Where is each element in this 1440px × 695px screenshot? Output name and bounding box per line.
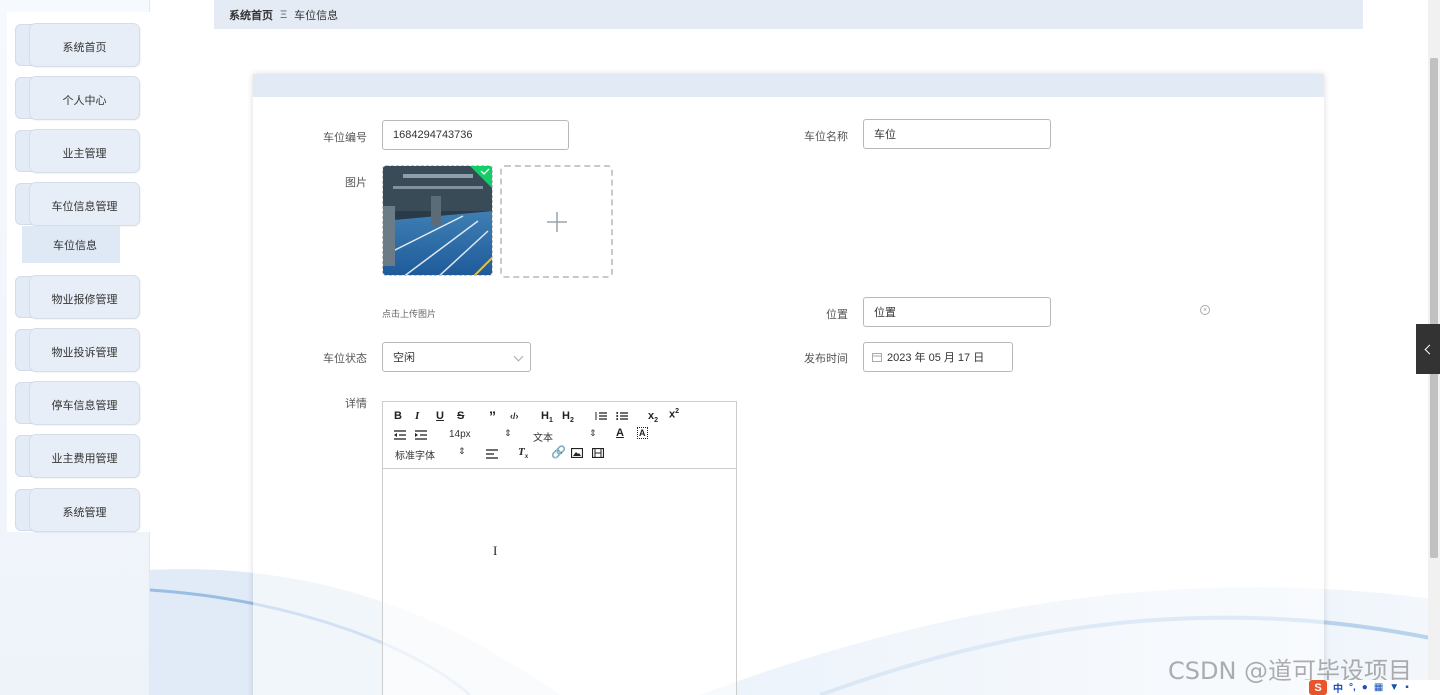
ime-mode[interactable]: 中 <box>1333 680 1343 695</box>
editor-content[interactable]: I <box>383 469 736 695</box>
location-input[interactable]: 位置 <box>863 297 1051 327</box>
video-icon[interactable] <box>592 448 604 458</box>
align-icon[interactable] <box>486 449 498 459</box>
text-cursor-icon: I <box>493 543 498 558</box>
chevron-left-icon <box>1424 344 1435 354</box>
italic-icon[interactable]: I <box>415 410 419 422</box>
image-icon[interactable] <box>571 448 583 458</box>
ime-logo[interactable]: S <box>1309 680 1327 695</box>
clear-format-icon[interactable]: Tx <box>518 446 528 460</box>
editor-toolbar: B I U S ” ‹/› H1 H2 x2 x2 14px ⇕ 文本 ⇕ A … <box>383 402 736 469</box>
scrollbar-thumb[interactable] <box>1430 58 1438 558</box>
header2-icon[interactable]: H2 <box>562 410 574 424</box>
publish-date-picker[interactable]: 2023 年 05 月 17 日 <box>863 342 1013 372</box>
clear-icon[interactable]: × <box>1200 305 1210 315</box>
superscript-icon[interactable]: x2 <box>669 408 679 421</box>
upload-tip: 点击上传图片 <box>382 309 437 319</box>
form: 车位编号 1684294743736 车位名称 车位 图片 点击上传图片 位置 … <box>0 0 1440 695</box>
bold-icon[interactable]: B <box>394 410 402 422</box>
uploaded-image[interactable] <box>382 165 493 276</box>
upload-add-button[interactable] <box>500 165 613 278</box>
strikethrough-icon[interactable]: S <box>457 410 464 422</box>
publish-label: 发布时间 <box>804 353 848 365</box>
plus-icon <box>546 211 567 232</box>
chevron-down-icon <box>513 351 524 362</box>
subscript-icon[interactable]: x2 <box>648 410 658 424</box>
font-family-arrow-icon: ⇕ <box>458 446 466 456</box>
background-color-icon[interactable]: A <box>637 427 648 439</box>
rich-text-editor: B I U S ” ‹/› H1 H2 x2 x2 14px ⇕ 文本 ⇕ A … <box>382 401 737 695</box>
outdent-icon[interactable] <box>394 430 406 440</box>
status-select-value: 空闲 <box>393 352 415 364</box>
name-input[interactable]: 车位 <box>863 119 1051 149</box>
font-family-select[interactable]: 标准字体 <box>395 447 435 462</box>
ordered-list-icon[interactable] <box>595 411 607 421</box>
header-select[interactable]: 文本 <box>533 429 553 444</box>
text-color-icon[interactable]: A <box>616 427 624 439</box>
code-label: 车位编号 <box>323 132 367 144</box>
name-label: 车位名称 <box>804 131 848 143</box>
underline-icon[interactable]: U <box>436 410 444 422</box>
side-panel-toggle[interactable] <box>1416 324 1440 374</box>
apps-icon[interactable]: ▪ <box>1405 682 1409 693</box>
location-label: 位置 <box>826 309 848 321</box>
image-label: 图片 <box>345 177 367 189</box>
link-icon[interactable]: 🔗 <box>551 445 566 459</box>
ime-toolbar: S 中 °, ● ▦ ▼ ▪ <box>1305 680 1440 695</box>
microphone-icon[interactable]: ● <box>1362 682 1368 693</box>
success-corner-icon <box>470 166 492 188</box>
status-select[interactable]: 空闲 <box>382 342 531 372</box>
calendar-icon <box>872 353 882 362</box>
punctuation-icon[interactable]: °, <box>1349 682 1356 693</box>
code-input[interactable]: 1684294743736 <box>382 120 569 150</box>
indent-icon[interactable] <box>415 430 427 440</box>
skin-icon[interactable]: ▼ <box>1389 682 1399 693</box>
keyboard-icon[interactable]: ▦ <box>1374 682 1383 693</box>
detail-label: 详情 <box>345 398 367 410</box>
header-arrow-icon: ⇕ <box>589 428 597 438</box>
header1-icon[interactable]: H1 <box>541 410 553 424</box>
blockquote-icon[interactable]: ” <box>489 408 496 424</box>
bullet-list-icon[interactable] <box>616 411 628 421</box>
status-label: 车位状态 <box>323 353 367 365</box>
font-size-arrow-icon: ⇕ <box>504 428 512 438</box>
font-size-select[interactable]: 14px <box>449 429 471 440</box>
code-icon[interactable]: ‹/› <box>510 411 519 421</box>
publish-date-value: 2023 年 05 月 17 日 <box>887 352 985 364</box>
